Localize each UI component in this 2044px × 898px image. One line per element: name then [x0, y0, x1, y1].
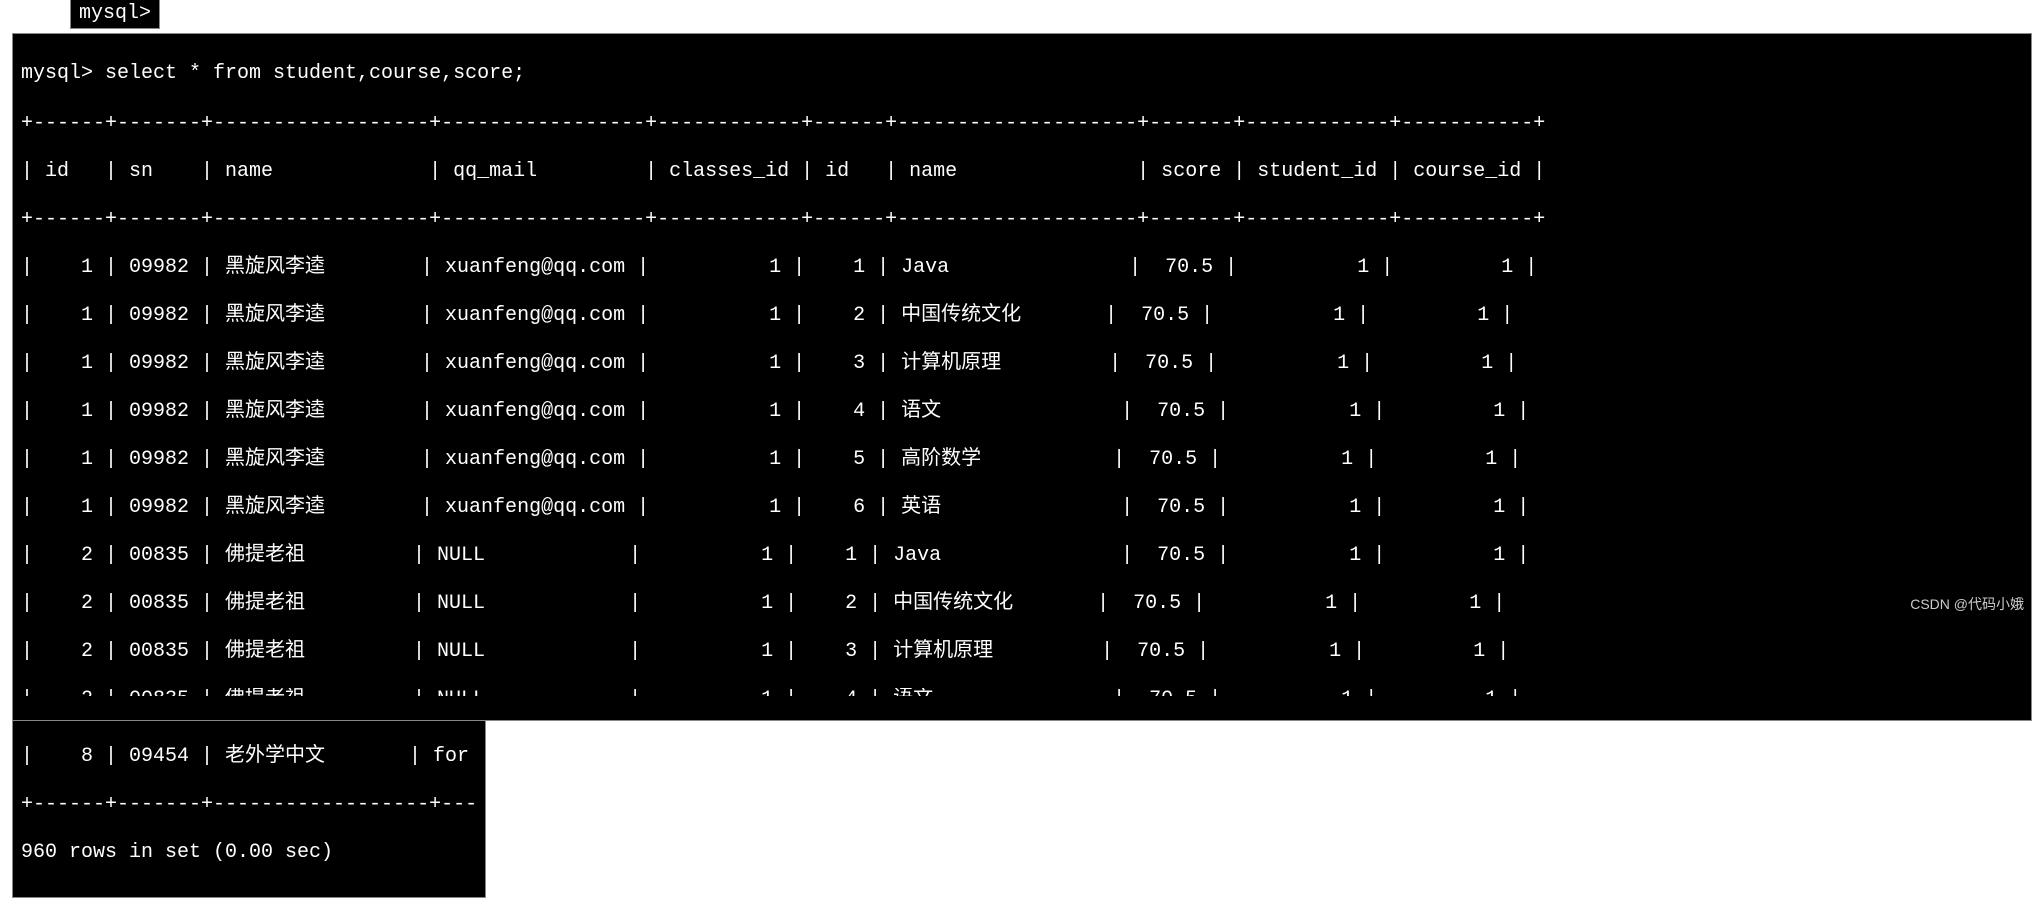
table-row: | 2 | 00835 | 佛提老祖 | NULL | 1 | 2 | 中国传统…: [13, 592, 2031, 616]
table-row: | 1 | 09982 | 黑旋风李逵 | xuanfeng@qq.com | …: [13, 400, 2031, 424]
table-row: | 8 | 09454 | 老外学中文 | for: [13, 745, 485, 769]
table-header-row: | id | sn | name | qq_mail | classes_id …: [13, 160, 2031, 184]
terminal-output-lower[interactable]: | 8 | 09454 | 老外学中文 | for +------+------…: [12, 721, 486, 898]
table-row: | 1 | 09982 | 黑旋风李逵 | xuanfeng@qq.com | …: [13, 304, 2031, 328]
table-row: | 1 | 09982 | 黑旋风李逵 | xuanfeng@qq.com | …: [13, 352, 2031, 376]
table-row: | 1 | 09982 | 黑旋风李逵 | xuanfeng@qq.com | …: [13, 256, 2031, 280]
table-row-partial: | 2 | 00835 | 佛提老祖 | NULL | 1 | 4 | 语文 |…: [13, 688, 2031, 696]
terminal-prompt-fragment: mysql>: [70, 0, 160, 29]
watermark-text: CSDN @代码小娥: [1910, 596, 2024, 613]
table-row: | 1 | 09982 | 黑旋风李逵 | xuanfeng@qq.com | …: [13, 448, 2031, 472]
query-status-line: 960 rows in set (0.00 sec): [13, 841, 485, 865]
table-row: | 2 | 00835 | 佛提老祖 | NULL | 1 | 3 | 计算机原…: [13, 640, 2031, 664]
table-border-bottom: +------+-------+------------------+---: [13, 793, 485, 817]
table-border-top: +------+-------+------------------+-----…: [13, 112, 2031, 136]
table-row: | 1 | 09982 | 黑旋风李逵 | xuanfeng@qq.com | …: [13, 496, 2031, 520]
terminal-output-main[interactable]: mysql> select * from student,course,scor…: [12, 33, 2032, 721]
table-row: | 2 | 00835 | 佛提老祖 | NULL | 1 | 1 | Java…: [13, 544, 2031, 568]
table-border-mid: +------+-------+------------------+-----…: [13, 208, 2031, 232]
sql-query-line: mysql> select * from student,course,scor…: [13, 58, 2031, 88]
